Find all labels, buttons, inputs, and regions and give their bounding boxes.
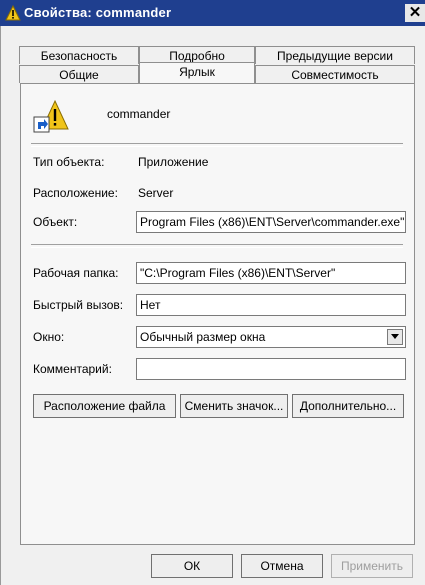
target-label: Объект:	[33, 215, 78, 229]
run-select-value: Обычный размер окна	[140, 330, 266, 344]
divider	[31, 143, 403, 147]
start-in-input[interactable]: "C:\Program Files (x86)\ENT\Server"	[136, 262, 406, 284]
chevron-down-icon[interactable]	[387, 329, 403, 345]
target-input[interactable]: Program Files (x86)\ENT\Server\commander…	[136, 211, 406, 233]
type-value: Приложение	[138, 155, 209, 169]
tab-general[interactable]: Общие	[19, 65, 139, 83]
tab-previous-versions[interactable]: Предыдущие версии	[255, 46, 415, 64]
ok-button[interactable]: ОК	[151, 554, 233, 578]
type-label: Тип объекта:	[33, 155, 105, 169]
advanced-button[interactable]: Дополнительно...	[292, 394, 404, 418]
tab-compatibility[interactable]: Совместимость	[255, 65, 415, 83]
apply-button[interactable]: Применить	[331, 554, 413, 578]
divider	[31, 244, 403, 248]
shortcut-tab-panel: commander Тип объекта: Приложение Распол…	[20, 83, 415, 545]
start-in-label: Рабочая папка:	[33, 266, 119, 280]
shortcut-warning-icon	[33, 99, 69, 133]
tab-shortcut[interactable]: Ярлык	[139, 62, 255, 83]
run-label: Окно:	[33, 330, 65, 344]
dialog-client: Безопасность Подробно Предыдущие версии …	[0, 26, 425, 585]
title-bar[interactable]: Свойства: commander ✕	[0, 0, 425, 26]
change-icon-button[interactable]: Сменить значок...	[180, 394, 288, 418]
comment-label: Комментарий:	[33, 362, 112, 376]
location-value: Server	[138, 186, 174, 200]
hotkey-label: Быстрый вызов:	[33, 298, 124, 312]
open-file-location-button[interactable]: Расположение файла	[33, 394, 176, 418]
comment-input[interactable]	[136, 358, 406, 380]
tab-security[interactable]: Безопасность	[19, 46, 139, 64]
hotkey-input[interactable]: Нет	[136, 294, 406, 316]
cancel-button[interactable]: Отмена	[241, 554, 323, 578]
properties-dialog: Свойства: commander ✕ Безопасность Подро…	[0, 0, 425, 585]
window-title: Свойства: commander	[24, 5, 172, 20]
run-select[interactable]: Обычный размер окна	[136, 326, 406, 348]
location-label: Расположение:	[33, 186, 118, 200]
app-warning-icon	[5, 4, 21, 21]
close-button[interactable]: ✕	[405, 4, 425, 22]
shortcut-name: commander	[107, 107, 171, 121]
